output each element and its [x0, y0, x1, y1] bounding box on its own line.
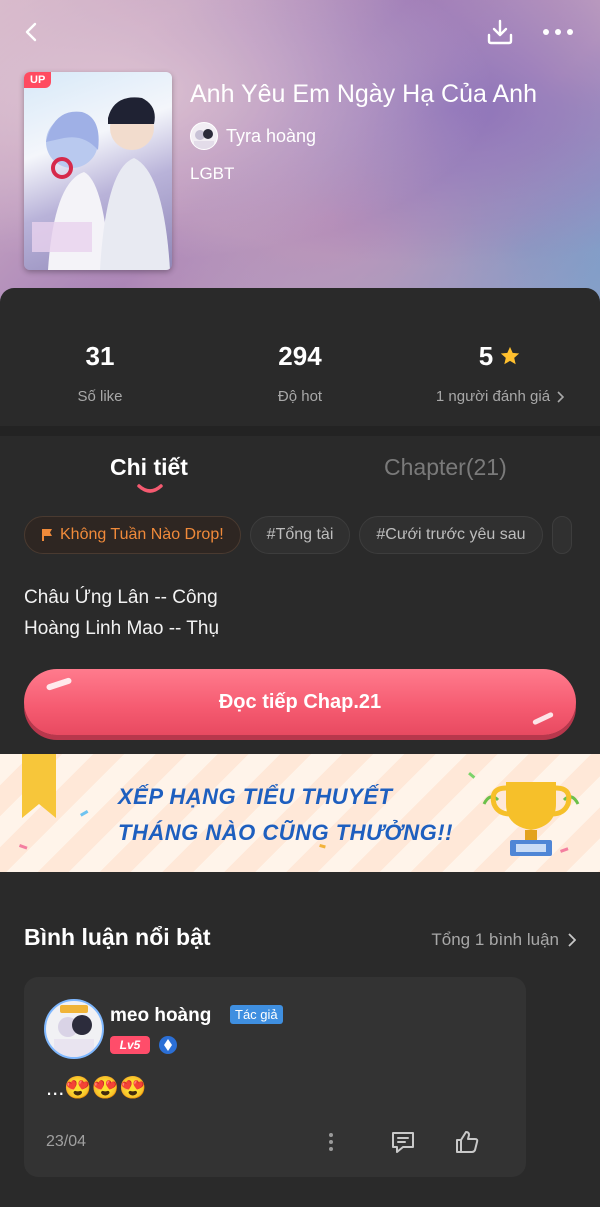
comment-date: 23/04	[46, 1133, 87, 1150]
commenter-avatar[interactable]	[44, 999, 104, 1059]
hot-label: Độ hot	[277, 388, 323, 405]
tag-chip-ceo[interactable]: #Tổng tài	[249, 516, 351, 554]
tab-chapters[interactable]: Chapter(21)	[384, 454, 507, 481]
author-name: Tyra hoàng	[226, 125, 317, 146]
ranking-banner[interactable]: XẾP HẠNG TIỂU THUYẾT THÁNG NÀO CŨNG THƯỞ…	[0, 754, 600, 872]
more-options-button[interactable]	[538, 12, 578, 52]
tag-label: Không Tuần Nào Drop!	[60, 526, 224, 543]
reply-button[interactable]	[386, 1125, 420, 1159]
comment-card: meo hoàng Tác giả Lv5 ...😍😍😍 23/04	[24, 977, 526, 1177]
stat-likes: 31 Số like	[0, 336, 200, 406]
comment-text: ...😍😍😍	[46, 1075, 147, 1100]
comment-more-button[interactable]	[314, 1125, 348, 1159]
thumbs-up-icon	[456, 1131, 479, 1153]
like-button[interactable]	[450, 1125, 484, 1159]
author-link[interactable]: Tyra hoàng	[190, 122, 316, 150]
active-tab-indicator	[137, 484, 163, 493]
chevron-right-icon	[557, 390, 565, 403]
back-button[interactable]	[12, 12, 52, 52]
more-vertical-icon	[329, 1133, 333, 1151]
more-horizontal-icon	[543, 29, 573, 35]
book-cover[interactable]: UP	[24, 72, 172, 270]
rating-label: 1 người đánh giá	[435, 388, 551, 405]
likes-label: Số like	[77, 388, 123, 405]
download-button[interactable]	[480, 12, 520, 52]
rating-value: 5	[478, 340, 494, 371]
continue-reading-button[interactable]: Đọc tiếp Chap.21	[24, 669, 576, 735]
trophy-icon	[482, 782, 580, 856]
button-highlight	[531, 711, 555, 726]
reply-icon	[392, 1132, 414, 1153]
flag-icon	[42, 529, 52, 541]
stat-hot: 294 Độ hot	[200, 336, 400, 406]
detail-sheet: 31 Số like 294 Độ hot 5 1 người đánh giá…	[0, 288, 600, 1207]
commenter-name[interactable]: meo hoàng	[110, 1005, 211, 1027]
continue-reading-label: Đọc tiếp Chap.21	[218, 690, 382, 713]
top-bar	[0, 12, 600, 56]
hot-value: 294	[278, 340, 322, 371]
button-highlight	[45, 677, 73, 691]
chevron-left-icon	[25, 22, 37, 42]
tag-chip-marriage[interactable]: #Cưới trước yêu sau	[359, 516, 543, 554]
featured-comments-title: Bình luận nổi bật	[24, 924, 211, 950]
banner-line-1: XẾP HẠNG TIỂU THUYẾT	[118, 784, 393, 809]
book-title: Anh Yêu Em Ngày Hạ Của Anh	[190, 80, 537, 108]
tab-bar: Chi tiết Chapter(21)	[0, 438, 600, 508]
genre-label[interactable]: LGBT	[190, 164, 234, 184]
stat-rating[interactable]: 5 1 người đánh giá	[400, 336, 600, 405]
update-badge: UP	[24, 72, 52, 88]
star-icon	[501, 346, 520, 365]
author-badge: Tác giả	[230, 1005, 283, 1024]
chevron-right-icon	[568, 933, 576, 947]
tag-chip-more[interactable]	[551, 516, 572, 554]
comments-total-label: Tổng 1 bình luận	[431, 930, 559, 949]
cover-illustration	[32, 97, 170, 270]
description-line: Châu Ứng Lân -- Công	[24, 587, 218, 608]
book-description: Châu Ứng Lân -- Công Hoàng Linh Mao -- T…	[24, 582, 219, 644]
comments-total-link[interactable]: Tổng 1 bình luận	[431, 930, 576, 950]
likes-value: 31	[85, 340, 115, 371]
stats-row: 31 Số like 294 Độ hot 5 1 người đánh giá	[0, 288, 600, 418]
tag-list: Không Tuần Nào Drop! #Tổng tài #Cưới trướ…	[24, 516, 600, 558]
author-avatar	[190, 122, 218, 150]
banner-line-2: THÁNG NÀO CŨNG THƯỞNG!!	[118, 820, 453, 845]
level-badge: Lv5	[110, 1036, 150, 1054]
download-icon	[487, 19, 513, 45]
tag-chip-drop[interactable]: Không Tuần Nào Drop!	[24, 516, 241, 554]
description-line: Hoàng Linh Mao -- Thụ	[24, 618, 220, 639]
section-divider	[0, 426, 600, 436]
diamond-badge-icon	[159, 1036, 177, 1054]
tab-details[interactable]: Chi tiết	[110, 454, 188, 481]
